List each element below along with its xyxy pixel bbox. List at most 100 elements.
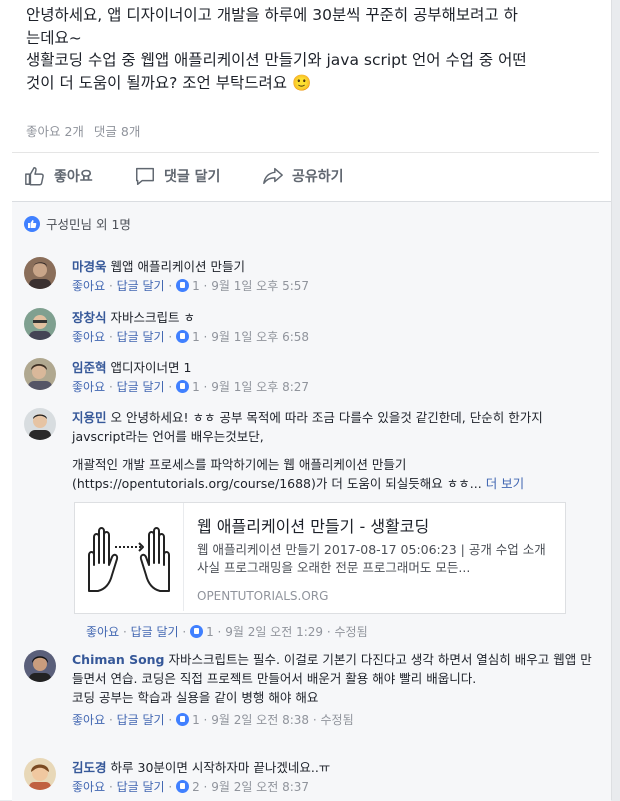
separator-dot: · [203, 330, 208, 344]
comment-like-count[interactable]: 1 [192, 713, 200, 727]
link-preview-domain: OPENTUTORIALS.ORG [197, 589, 329, 603]
comment-like-link[interactable]: 좋아요 [72, 279, 105, 293]
comment-like-count[interactable]: 1 [192, 380, 200, 394]
separator-dot: · [108, 330, 113, 344]
edited-label[interactable]: 수정됨 [335, 625, 368, 639]
comment-like-count[interactable]: 1 [206, 625, 214, 639]
avatar[interactable] [24, 408, 56, 440]
comments-count[interactable]: 댓글 8개 [94, 124, 140, 139]
edited-label[interactable]: 수정됨 [321, 713, 354, 727]
separator-dot: · [312, 713, 317, 727]
likes-count[interactable]: 좋아요 2개 [26, 124, 84, 139]
share-button[interactable]: 공유하기 [262, 156, 344, 196]
separator-dot: · [108, 780, 113, 794]
divider [12, 152, 599, 153]
comment-text-continued: 코딩 공부는 학습과 실용을 같이 병행 해야 해요 [72, 690, 319, 705]
separator-dot: · [168, 713, 173, 727]
avatar[interactable] [24, 358, 56, 390]
comment-like-link[interactable]: 좋아요 [72, 713, 105, 727]
separator-dot: · [168, 380, 173, 394]
like-count-icon [176, 780, 190, 793]
comment-label: 댓글 달기 [164, 169, 221, 185]
comment-like-link[interactable]: 좋아요 [86, 625, 119, 639]
comment-text: 오 안녕하세요! ㅎㅎ 공부 목적에 따라 조금 다를수 있을것 같긴한데, 단… [72, 410, 543, 444]
reactors-summary[interactable]: 구성민님 외 1명 [24, 214, 131, 233]
comment-like-count[interactable]: 1 [192, 279, 200, 293]
separator-dot: · [168, 279, 173, 293]
comment-author[interactable]: 장창식 [72, 310, 107, 325]
post-line: 것이 더 도움이 될까요? 조언 부탁드려요 🙂 [26, 73, 312, 92]
post-line: 는데요~ [26, 28, 82, 47]
comment-author[interactable]: 임준혁 [72, 360, 107, 375]
hands-logo-icon [88, 527, 170, 592]
comment-reply-link[interactable]: 답글 달기 [117, 713, 165, 727]
see-more-link[interactable]: 더 보기 [486, 476, 524, 491]
separator-dot: · [203, 279, 208, 293]
comment-author[interactable]: Chiman Song [72, 652, 165, 667]
comment-reply-link[interactable]: 답글 달기 [117, 330, 165, 344]
comment-timestamp[interactable]: 9월 2일 오전 8:37 [211, 780, 309, 794]
comments-section: 구성민님 외 1명 마경욱 웹앱 애플리케이션 만들기 좋아요 · 답글 달기 ·… [12, 201, 611, 801]
comment-like-count[interactable]: 2 [192, 780, 200, 794]
comment-timestamp[interactable]: 9월 1일 오후 5:57 [211, 279, 309, 293]
like-count-icon [176, 380, 190, 393]
comment-button[interactable]: 댓글 달기 [134, 156, 220, 196]
like-count-icon [176, 279, 190, 292]
comment-like-link[interactable]: 좋아요 [72, 780, 105, 794]
comment-author[interactable]: 마경욱 [72, 259, 107, 274]
comment-like-link[interactable]: 좋아요 [72, 380, 105, 394]
separator-dot: · [217, 625, 222, 639]
comment-reply-link[interactable]: 답글 달기 [131, 625, 179, 639]
comment-text: 자바스크립트 ㅎ [110, 310, 195, 325]
comment-text: 웹앱 애플리케이션 만들기 [110, 259, 245, 274]
share-arrow-icon [263, 167, 283, 185]
separator-dot: · [108, 380, 113, 394]
comment-text: 앱디자이너면 1 [110, 360, 192, 375]
comment-timestamp[interactable]: 9월 2일 오전 8:38 [211, 713, 309, 727]
link-preview-title[interactable]: 웹 애플리케이션 만들기 - 생활코딩 [197, 513, 429, 537]
separator-dot: · [108, 713, 113, 727]
like-label: 좋아요 [54, 169, 93, 185]
avatar[interactable] [24, 758, 56, 790]
link-preview-card[interactable]: 웹 애플리케이션 만들기 - 생활코딩 웹 애플리케이션 만들기 2017-08… [74, 502, 566, 614]
separator-dot: · [203, 713, 208, 727]
separator-dot: · [203, 780, 208, 794]
comment-text: 하루 30분이면 시작하자마 끝나겠네요..ㅠ [110, 760, 331, 775]
share-label: 공유하기 [292, 169, 344, 185]
avatar[interactable] [24, 257, 56, 289]
separator-dot: · [203, 380, 208, 394]
like-count-icon [176, 330, 190, 343]
thumbs-up-icon [25, 167, 44, 186]
comment-like-count[interactable]: 1 [192, 330, 200, 344]
comment-timestamp[interactable]: 9월 1일 오후 8:27 [211, 380, 309, 394]
comment-reply-link[interactable]: 답글 달기 [117, 780, 165, 794]
like-button[interactable]: 좋아요 [24, 156, 93, 196]
post-line: 생활코딩 수업 중 웹앱 애플리케이션 만들기와 java script 언어 … [26, 51, 527, 69]
avatar[interactable] [24, 650, 56, 682]
comment-timestamp[interactable]: 9월 1일 오후 6:58 [211, 330, 309, 344]
comment-reply-link[interactable]: 답글 달기 [117, 279, 165, 293]
separator-dot: · [182, 625, 187, 639]
post-card: 안녕하세요, 앱 디자이너이고 개발을 하루에 30분씩 꾸준히 공부해보려고 … [0, 0, 612, 801]
separator-dot: · [168, 330, 173, 344]
comment-timestamp[interactable]: 9월 2일 오전 1:29 [225, 625, 323, 639]
comment-author[interactable]: 지용민 [72, 410, 107, 425]
post-actions: 좋아요 댓글 달기 공유하기 [12, 156, 599, 196]
separator-dot: · [326, 625, 331, 639]
separator-dot: · [168, 780, 173, 794]
separator-dot: · [122, 625, 127, 639]
separator-dot: · [108, 279, 113, 293]
comment-reply-link[interactable]: 답글 달기 [117, 380, 165, 394]
post-counts: 좋아요 2개 댓글 8개 [26, 121, 146, 140]
reactors-text: 구성민님 외 1명 [46, 217, 131, 232]
comment-author[interactable]: 김도경 [72, 760, 107, 775]
comment-text-continued: 개괄적인 개발 프로세스를 파악하기에는 웹 애플리케이션 만들기 (https… [72, 457, 482, 491]
link-preview-description: 웹 애플리케이션 만들기 2017-08-17 05:06:23 | 공개 수업… [197, 542, 546, 575]
post-line: 안녕하세요, 앱 디자이너이고 개발을 하루에 30분씩 꾸준히 공부해보려고 … [26, 6, 518, 24]
comment-like-link[interactable]: 좋아요 [72, 330, 105, 344]
post-text: 안녕하세요, 앱 디자이너이고 개발을 하루에 30분씩 꾸준히 공부해보려고 … [26, 4, 596, 94]
like-count-icon [176, 713, 190, 726]
speech-bubble-icon [136, 167, 154, 185]
avatar[interactable] [24, 308, 56, 340]
like-reaction-icon [24, 215, 40, 232]
